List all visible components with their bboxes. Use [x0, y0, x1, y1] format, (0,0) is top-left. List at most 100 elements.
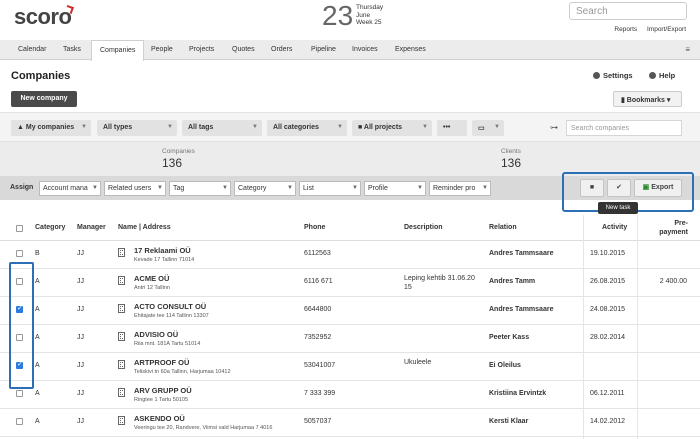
more-filter[interactable]: •••	[437, 120, 467, 136]
my-companies-filter[interactable]: ▲ My companies ▼	[11, 120, 91, 136]
row-manager: JJ	[77, 278, 84, 285]
select-value: Account mana	[43, 185, 88, 192]
tab-invoices[interactable]: Invoices	[352, 46, 378, 53]
assign-related-users-select[interactable]: Related users ▼	[104, 181, 166, 196]
assign-list-select[interactable]: List ▼	[299, 181, 361, 196]
tab-quotes[interactable]: Quotes	[232, 46, 255, 53]
select-value: List	[303, 185, 314, 192]
date-month: June	[356, 11, 371, 19]
row-category: A	[35, 334, 40, 341]
bookmarks-button[interactable]: ▮ Bookmarks ▾	[613, 91, 682, 107]
company-search-input[interactable]: Search companies	[566, 120, 682, 136]
row-relation[interactable]: Andres Tamm	[489, 278, 535, 285]
tab-expenses[interactable]: Expenses	[395, 46, 426, 53]
row-relation[interactable]: Andres Tammsaare	[489, 250, 553, 257]
import-export-link[interactable]: Import/Export	[647, 26, 686, 33]
row-phone: 7352952	[304, 334, 332, 341]
company-name-link[interactable]: ADVISIO OÜ	[134, 330, 178, 339]
row-activity: 06.12.2011	[590, 390, 625, 397]
assign-account-manager-select[interactable]: Account mana ▼	[39, 181, 101, 196]
company-name-link[interactable]: ACME OÜ	[134, 274, 169, 283]
new-company-button[interactable]: New company	[11, 91, 77, 107]
link-icon[interactable]: ⊶	[550, 123, 558, 132]
col-manager[interactable]: Manager	[77, 224, 106, 231]
row-relation[interactable]: Andres Tammsaare	[489, 306, 553, 313]
date-meta: Thursday June Week 25	[356, 4, 383, 27]
row-relation[interactable]: Kristiina Ervintzk	[489, 390, 546, 397]
table-row[interactable]: A JJ ARTPROOF OÜ Teliskivi tn 60a Tallinn, …	[0, 353, 700, 381]
tab-tasks[interactable]: Tasks	[63, 46, 81, 53]
building-icon	[118, 276, 125, 285]
col-activity[interactable]: Activity	[602, 224, 627, 231]
assign-tag-select[interactable]: Tag ▼	[169, 181, 231, 196]
company-address: Teliskivi tn 60a Tallinn, Harjumaa 10412	[134, 369, 231, 375]
export-button[interactable]: ▣ Export	[634, 179, 682, 197]
table-header: Category Manager Name | Address Phone De…	[0, 215, 700, 241]
company-address: Ehitajate tee 114 Tallinn 13307	[134, 313, 209, 319]
row-activity: 14.02.2012	[590, 418, 626, 425]
chevron-down-icon: ▼	[352, 185, 358, 191]
table-row[interactable]: A JJ ASKENDO OÜ Veeringu tee 20, Randvere, …	[0, 409, 700, 437]
col-description[interactable]: Description	[404, 224, 443, 231]
company-name-link[interactable]: ASKENDO OÜ	[134, 414, 185, 423]
row-relation[interactable]: Ei Oleilus	[489, 362, 521, 369]
tab-companies[interactable]: Companies	[91, 40, 145, 61]
company-address: Antri 12 Tallinn	[134, 285, 170, 291]
types-filter[interactable]: All types ▼	[97, 120, 177, 136]
chevron-down-icon: ▾	[664, 97, 671, 104]
company-name-link[interactable]: ARTPROOF OÜ	[134, 358, 189, 367]
app-logo[interactable]: scoro	[14, 4, 72, 30]
col-prepayment[interactable]: Pre- payment	[648, 219, 688, 237]
tags-filter[interactable]: All tags ▼	[182, 120, 262, 136]
company-name-link[interactable]: ACTO CONSULT OÜ	[134, 302, 206, 311]
company-address: Kevade 17 Tallinn 71014	[134, 257, 195, 263]
select-value: Reminder pro	[433, 185, 476, 192]
company-address: Riia mnt. 181A Tartu 51014	[134, 341, 201, 347]
row-manager: JJ	[77, 418, 84, 425]
reports-link[interactable]: Reports	[614, 26, 637, 33]
col-phone[interactable]: Phone	[304, 224, 325, 231]
projects-label: All projects	[363, 124, 403, 131]
row-checkbox[interactable]	[16, 390, 23, 397]
company-name-link[interactable]: 17 Reklaami OÜ	[134, 246, 191, 255]
assign-label: Assign	[10, 184, 34, 191]
tab-calendar[interactable]: Calendar	[18, 46, 46, 53]
row-phone: 53041007	[304, 362, 336, 369]
assign-reminder-select[interactable]: Reminder pro ▼	[429, 181, 491, 196]
settings-link[interactable]: Settings	[593, 71, 633, 80]
tab-pipeline[interactable]: Pipeline	[311, 46, 336, 53]
table-row[interactable]: A JJ ACME OÜ Antri 12 Tallinn 6116 671 Leping…	[0, 269, 700, 297]
table-row[interactable]: A JJ ACTO CONSULT OÜ Ehitajate tee 114 Tall…	[0, 297, 700, 325]
global-search-input[interactable]: Search	[569, 2, 687, 20]
col-category[interactable]: Category	[35, 224, 65, 231]
assign-category-select[interactable]: Category ▼	[234, 181, 296, 196]
gear-icon	[593, 72, 600, 79]
table-row[interactable]: A JJ ADVISIO OÜ Riia mnt. 181A Tartu 51014 7…	[0, 325, 700, 353]
assign-profile-select[interactable]: Profile ▼	[364, 181, 426, 196]
tab-people[interactable]: People	[151, 46, 173, 53]
table-row[interactable]: B JJ 17 Reklaami OÜ Kevade 17 Tallinn 71014…	[0, 241, 700, 269]
categories-filter[interactable]: All categories ▼	[267, 120, 347, 136]
tab-projects[interactable]: Projects	[189, 46, 214, 53]
view-filter[interactable]: ▭ ▼	[472, 120, 504, 136]
row-relation[interactable]: Peeter Kass	[489, 334, 529, 341]
menu-toggle-icon[interactable]: ≡	[685, 45, 690, 54]
company-name-link[interactable]: ARV GRUPP OÜ	[134, 386, 192, 395]
row-relation[interactable]: Kersti Klaar	[489, 418, 528, 425]
date-day: 23	[322, 0, 354, 31]
col-name[interactable]: Name | Address	[118, 224, 171, 231]
row-checkbox[interactable]	[16, 418, 23, 425]
building-icon	[118, 248, 125, 257]
tab-orders[interactable]: Orders	[271, 46, 292, 53]
help-link[interactable]: Help	[649, 71, 675, 80]
table-row[interactable]: A JJ ARV GRUPP OÜ Ringtee 1 Tartu 50105 7 33…	[0, 381, 700, 409]
companies-count-label: Companies	[162, 148, 195, 155]
briefcase-action-button[interactable]: ■	[580, 179, 604, 197]
row-checkbox[interactable]	[16, 250, 23, 257]
new-task-button[interactable]: ✔	[607, 179, 631, 197]
select-all-checkbox[interactable]	[16, 225, 23, 232]
col-relation[interactable]: Relation	[489, 224, 517, 231]
company-address: Ringtee 1 Tartu 50105	[134, 397, 189, 403]
row-prepayment: 2 400.00	[659, 278, 687, 285]
projects-filter[interactable]: ■ All projects ▼	[352, 120, 432, 136]
